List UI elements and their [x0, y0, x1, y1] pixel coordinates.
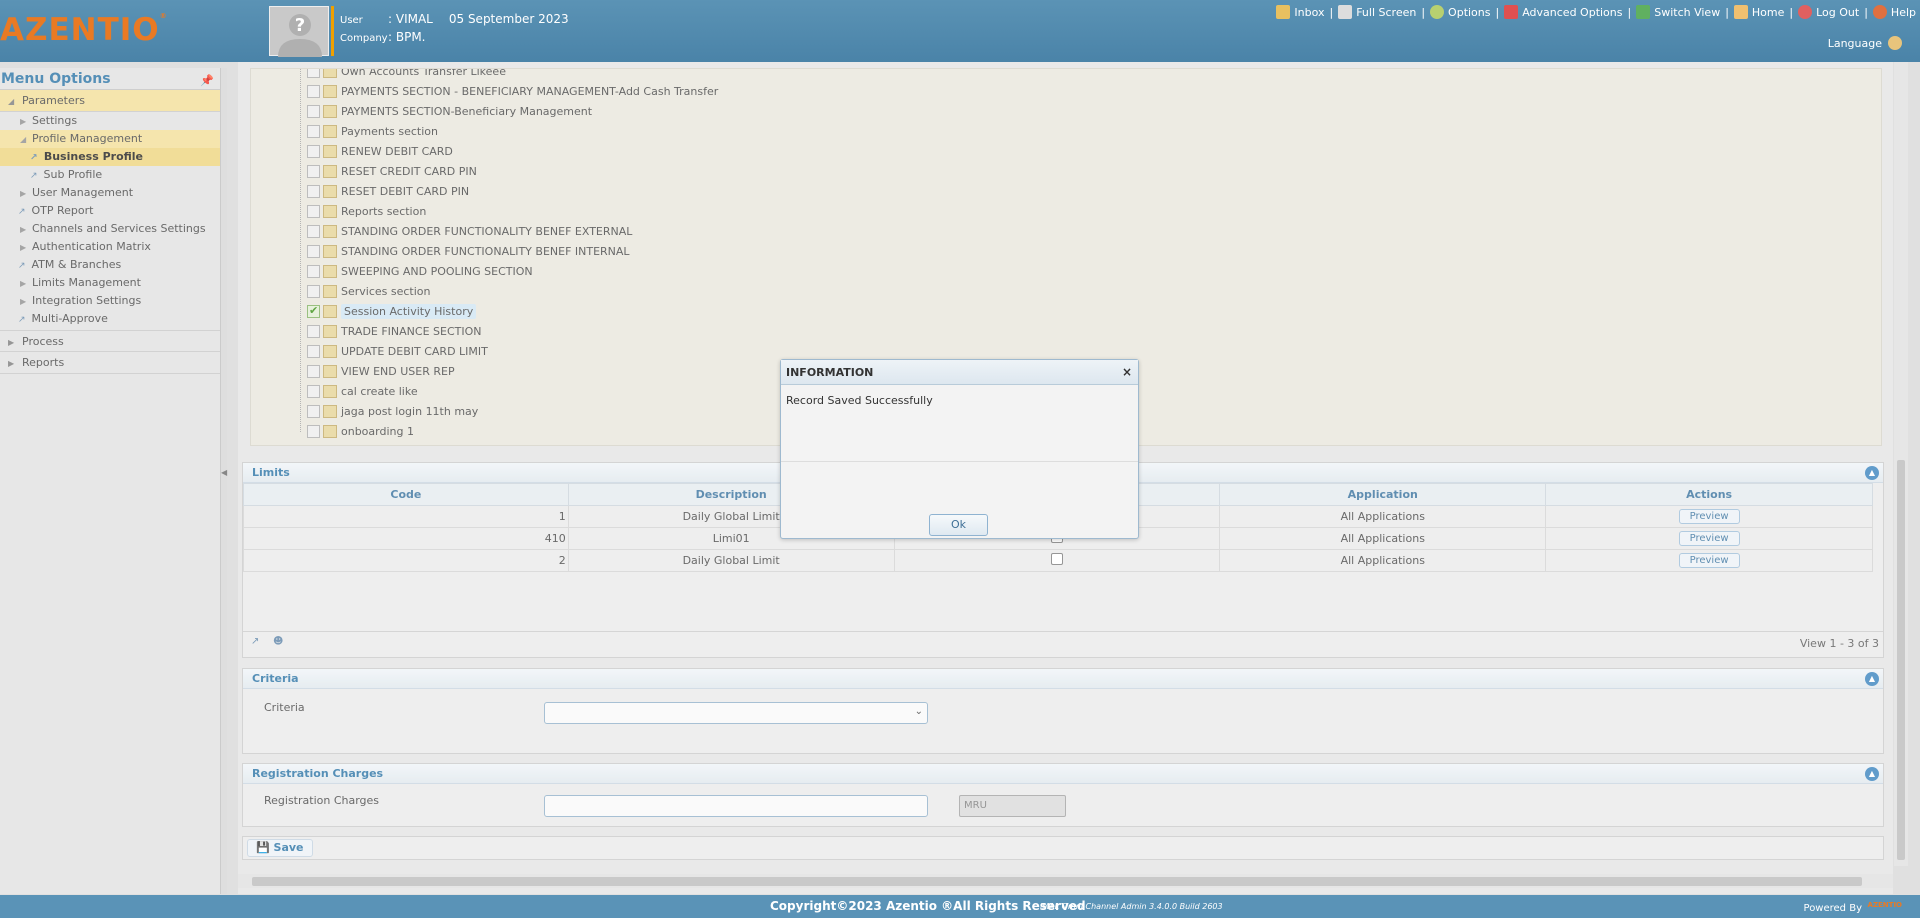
- azentio-logo: AZENTIO®: [0, 12, 168, 48]
- powered-by-text: Powered By: [1803, 903, 1862, 914]
- copyright-text: Copyright©2023 Azentio ®All Rights Reser…: [770, 899, 1086, 913]
- build-info: iMAL Omni Channel Admin 3.4.0.0 Build 26…: [1040, 902, 1223, 911]
- company-value: : BPM.: [388, 30, 426, 44]
- advanced-options-icon: [1504, 5, 1519, 19]
- dialog-footer: Ok: [781, 461, 1138, 539]
- nav-switch-view[interactable]: Switch View: [1632, 5, 1724, 19]
- svg-text:?: ?: [295, 15, 305, 36]
- company-label: Company: [340, 33, 388, 44]
- options-icon: [1430, 5, 1445, 19]
- nav-home[interactable]: Home: [1730, 5, 1788, 19]
- nav-inbox[interactable]: Inbox: [1272, 5, 1328, 19]
- help-icon: [1872, 5, 1887, 19]
- language-label: Language: [1827, 36, 1882, 50]
- information-dialog: INFORMATION × Record Saved Successfully …: [780, 359, 1139, 539]
- close-icon[interactable]: ×: [1122, 360, 1132, 385]
- current-date: 05 September 2023: [448, 12, 569, 26]
- home-icon: [1733, 5, 1748, 19]
- user-label: User: [340, 15, 363, 26]
- user-avatar: ?: [269, 6, 329, 57]
- ok-button[interactable]: Ok: [929, 514, 988, 536]
- dialog-header: INFORMATION ×: [781, 360, 1138, 385]
- nav-options[interactable]: Options: [1426, 5, 1494, 19]
- dialog-title: INFORMATION: [786, 366, 874, 379]
- logout-icon: [1798, 5, 1813, 19]
- inbox-icon: [1276, 5, 1291, 19]
- language-icon: [1888, 36, 1902, 50]
- fullscreen-icon: [1338, 5, 1353, 19]
- switch-view-icon: [1636, 5, 1651, 19]
- user-info: User : VIMAL 05 September 2023 Company :…: [340, 12, 569, 48]
- powered-by-logo: AZENTIO: [1867, 901, 1902, 909]
- dialog-message: Record Saved Successfully: [786, 394, 933, 407]
- nav-full-screen[interactable]: Full Screen: [1334, 5, 1420, 19]
- avatar-accent-bar: [331, 6, 334, 56]
- footer: Copyright©2023 Azentio ®All Rights Reser…: [0, 895, 1920, 918]
- nav-help[interactable]: Help: [1869, 5, 1920, 19]
- nav-advanced-options[interactable]: Advanced Options: [1500, 5, 1626, 19]
- nav-log-out[interactable]: Log Out: [1794, 5, 1863, 19]
- user-value: : VIMAL: [388, 12, 433, 26]
- app-header: AZENTIO® ? User : VIMAL 05 September 202…: [0, 0, 1920, 62]
- top-navigation: Inbox | Full Screen | Options | Advanced Op…: [1272, 5, 1920, 19]
- language-selector[interactable]: Language: [1828, 36, 1902, 50]
